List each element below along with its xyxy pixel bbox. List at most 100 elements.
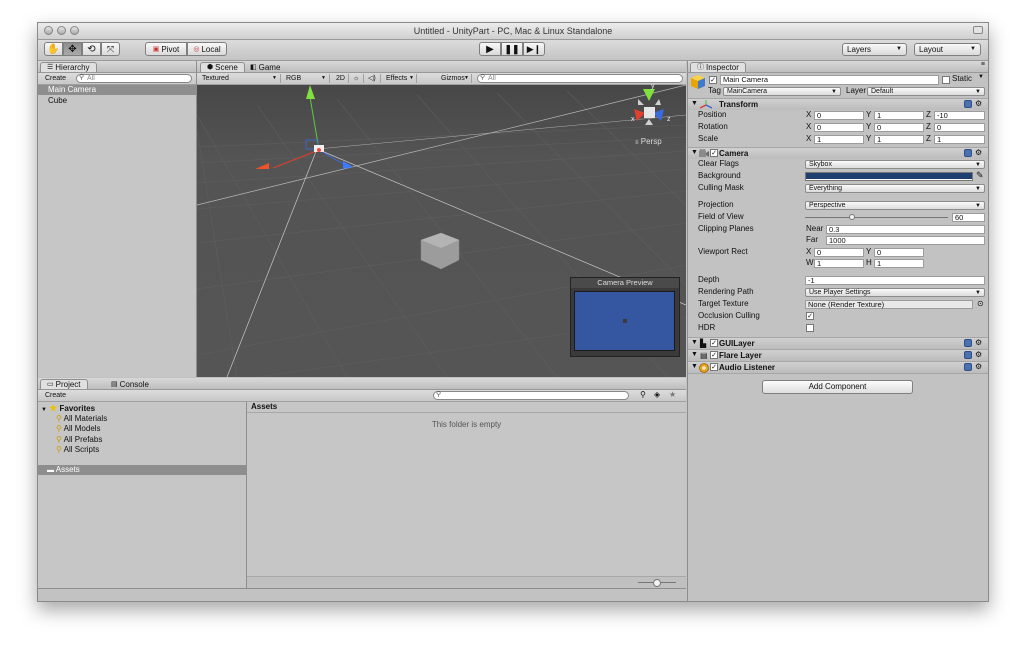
pivot-toggle-button[interactable]: ▣ Pivot [145, 42, 187, 56]
tab-inspector[interactable]: ⓘ Inspector [690, 62, 746, 72]
layer-dropdown[interactable]: Default ▼ [867, 87, 985, 96]
lighting-toggle[interactable]: ☼ [350, 74, 364, 83]
hierarchy-item-main-camera[interactable]: Main Camera [38, 85, 196, 95]
gear-icon[interactable]: ⚙ [975, 362, 982, 371]
fov-field[interactable]: 60 [952, 213, 985, 222]
project-search-input[interactable]: ⚲ [433, 391, 629, 400]
background-color-swatch[interactable] [805, 172, 973, 181]
tab-console[interactable]: ▤ Console [104, 379, 156, 389]
target-texture-field[interactable]: None (Render Texture) [805, 300, 973, 309]
fullscreen-button[interactable] [973, 26, 983, 34]
depth-field[interactable]: -1 [805, 276, 985, 285]
layers-dropdown[interactable]: Layers ▼ [842, 43, 907, 56]
object-active-checkbox[interactable]: ✓ [709, 76, 717, 84]
favorite-item[interactable]: ⚲ All Models [38, 424, 246, 434]
scene-viewport[interactable]: y x z ≡ Persp Camera Preview [197, 83, 686, 377]
far-field[interactable]: 1000 [826, 236, 985, 245]
viewport-w-field[interactable]: 1 [814, 259, 864, 268]
hierarchy-item-cube[interactable]: Cube [38, 96, 196, 106]
viewport-y-field[interactable]: 0 [874, 248, 924, 257]
viewport-x-field[interactable]: 0 [814, 248, 864, 257]
tab-game[interactable]: ◧ Game [243, 62, 287, 72]
tab-scene[interactable]: ⬢ Scene [200, 62, 245, 72]
position-y-field[interactable]: 1 [874, 111, 924, 120]
color-mode-dropdown[interactable]: RGB ▼ [283, 74, 330, 83]
favorite-item[interactable]: ⚲ All Materials [38, 414, 246, 424]
hdr-checkbox[interactable] [806, 324, 814, 332]
filter-by-label-icon[interactable]: ◈ [654, 390, 660, 399]
filter-by-type-icon[interactable]: ⚲ [640, 390, 646, 399]
guilayer-header[interactable]: ▼ ▙ ✓ GUILayer ⚙ [688, 337, 988, 349]
camera-header[interactable]: ▼ ✓ Camera ⚙ [688, 147, 988, 159]
eyedropper-icon[interactable]: ✎ [976, 170, 984, 181]
static-checkbox[interactable] [942, 76, 950, 84]
guilayer-enabled-checkbox[interactable]: ✓ [710, 339, 718, 347]
near-field[interactable]: 0.3 [826, 225, 985, 234]
fov-slider-track[interactable] [805, 214, 948, 220]
audio-toggle[interactable]: ◁) [365, 74, 381, 83]
clear-flags-dropdown[interactable]: Skybox ▼ [805, 160, 985, 169]
gear-icon[interactable]: ⚙ [975, 99, 982, 108]
help-book-icon[interactable] [964, 339, 972, 347]
flarelayer-enabled-checkbox[interactable]: ✓ [710, 351, 718, 359]
help-book-icon[interactable] [964, 149, 972, 157]
gear-icon[interactable]: ⚙ [975, 350, 982, 359]
viewport-h-field[interactable]: 1 [874, 259, 924, 268]
breadcrumb[interactable]: Assets [247, 402, 686, 413]
tab-project[interactable]: ▭ Project [40, 379, 88, 389]
camera-enabled-checkbox[interactable]: ✓ [710, 149, 718, 157]
draw-mode-dropdown[interactable]: Textured ▼ [199, 74, 281, 83]
step-button[interactable]: ▶❙ [523, 42, 545, 56]
rotation-x-field[interactable]: 0 [814, 123, 864, 132]
fov-slider-thumb[interactable] [849, 214, 856, 220]
object-picker-icon[interactable]: ⊙ [977, 299, 984, 308]
assets-folder[interactable]: ▬ Assets [38, 465, 246, 475]
hierarchy-create-dropdown[interactable]: Create ▼ [42, 74, 72, 91]
favorite-star-icon[interactable]: ★ [669, 390, 676, 399]
scale-y-field[interactable]: 1 [874, 135, 924, 144]
projection-dropdown[interactable]: Perspective ▼ [805, 201, 985, 210]
move-tool-button[interactable]: ✥ [63, 42, 82, 56]
local-toggle-button[interactable]: ◎ Local [187, 42, 227, 56]
panel-menu-icon[interactable]: ≡ [981, 61, 985, 68]
object-name-field[interactable]: Main Camera [720, 75, 939, 85]
favorites-header[interactable]: ▼ ★ Favorites [38, 403, 246, 413]
position-z-field[interactable]: -10 [934, 111, 985, 120]
hierarchy-search-input[interactable]: ⚲ All [76, 74, 192, 83]
occlusion-culling-checkbox[interactable]: ✓ [806, 312, 814, 320]
static-dropdown-arrow-icon[interactable]: ▼ [978, 74, 984, 80]
rendering-path-dropdown[interactable]: Use Player Settings ▼ [805, 288, 985, 297]
tag-dropdown[interactable]: MainCamera ▼ [723, 87, 841, 96]
transform-header[interactable]: ▼ Transform ⚙ [688, 98, 988, 110]
rotation-y-field[interactable]: 0 [874, 123, 924, 132]
persp-label[interactable]: ≡ Persp [635, 137, 662, 146]
slider-thumb[interactable] [653, 579, 661, 587]
flarelayer-header[interactable]: ▼ ▤ ✓ Flare Layer ⚙ [688, 349, 988, 361]
hand-tool-button[interactable]: ✋ [44, 42, 63, 56]
rotation-z-field[interactable]: 0 [934, 123, 985, 132]
layout-dropdown[interactable]: Layout ▼ [914, 43, 981, 56]
effects-dropdown[interactable]: Effects ▼ [383, 74, 417, 83]
audiolistener-enabled-checkbox[interactable]: ✓ [710, 363, 718, 371]
scale-x-field[interactable]: 1 [814, 135, 864, 144]
gear-icon[interactable]: ⚙ [975, 148, 982, 157]
position-x-field[interactable]: 0 [814, 111, 864, 120]
tab-hierarchy[interactable]: ☰ Hierarchy [40, 62, 97, 72]
help-book-icon[interactable] [964, 351, 972, 359]
favorite-item[interactable]: ⚲ All Scripts [38, 445, 246, 455]
scale-tool-button[interactable]: ⤧ [101, 42, 120, 56]
favorite-item[interactable]: ⚲ All Prefabs [38, 435, 246, 445]
culling-mask-dropdown[interactable]: Everything ▼ [805, 184, 985, 193]
project-create-dropdown[interactable]: Create ▼ [42, 391, 72, 408]
audiolistener-header[interactable]: ▼ ✓ Audio Listener ⚙ [688, 361, 988, 374]
help-book-icon[interactable] [964, 100, 972, 108]
rotate-tool-button[interactable]: ⟲ [82, 42, 101, 56]
scene-search-input[interactable]: ⚲ All [477, 74, 683, 83]
gizmos-dropdown[interactable]: Gizmos ▼ [438, 74, 472, 83]
help-book-icon[interactable] [964, 363, 972, 371]
gear-icon[interactable]: ⚙ [975, 338, 982, 347]
play-button[interactable]: ▶ [479, 42, 501, 56]
scale-z-field[interactable]: 1 [934, 135, 985, 144]
pause-button[interactable]: ❚❚ [501, 42, 523, 56]
add-component-button[interactable]: Add Component [762, 380, 913, 394]
